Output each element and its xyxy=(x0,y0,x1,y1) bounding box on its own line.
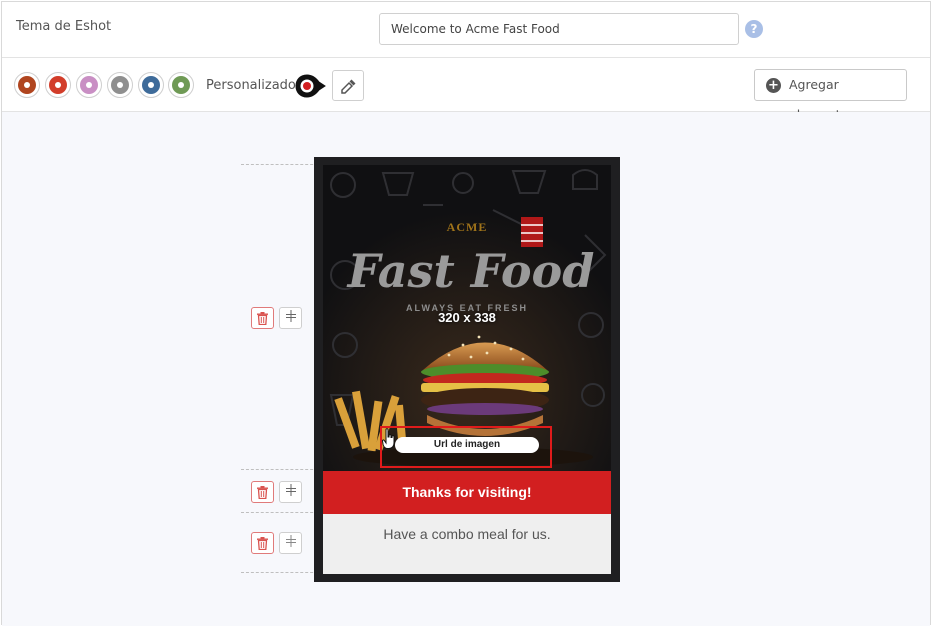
color-swatch-3[interactable] xyxy=(76,72,102,98)
move-block-handle[interactable] xyxy=(279,307,302,329)
block-controls-text xyxy=(251,532,305,554)
drag-handle-icon xyxy=(285,535,296,547)
swatch-dot xyxy=(18,76,36,94)
color-swatch-6[interactable] xyxy=(168,72,194,98)
email-preview: ACME Fast Food ALWAYS EAT FRESH 320 x 33… xyxy=(314,157,620,582)
hero-image-block[interactable]: ACME Fast Food ALWAYS EAT FRESH 320 x 33… xyxy=(323,165,611,471)
block-controls-image xyxy=(251,307,305,329)
eyedropper-icon xyxy=(341,79,356,94)
color-swatch-4[interactable] xyxy=(107,72,133,98)
image-url-highlight: Url de imagen xyxy=(380,426,552,468)
thanks-banner-block[interactable]: Thanks for visiting! xyxy=(323,471,611,514)
block-controls-banner xyxy=(251,481,305,503)
swatch-dot xyxy=(80,76,98,94)
eyedropper-button[interactable] xyxy=(332,70,364,101)
trash-icon xyxy=(257,537,268,550)
block-guide xyxy=(241,469,323,470)
drag-handle-icon xyxy=(285,310,296,322)
theme-row: Tema de Eshot ? xyxy=(2,2,930,58)
svg-text:Fast Food: Fast Food xyxy=(346,244,595,298)
custom-color-label: Personalizado xyxy=(206,78,296,93)
add-elements-button[interactable]: + Agregar elementos xyxy=(754,69,907,122)
help-icon[interactable]: ? xyxy=(745,20,763,38)
move-block-handle[interactable] xyxy=(279,532,302,554)
custom-color-swatch[interactable] xyxy=(294,73,326,99)
image-url-button[interactable]: Url de imagen xyxy=(395,437,539,453)
color-swatch-5[interactable] xyxy=(138,72,164,98)
move-block-handle[interactable] xyxy=(279,481,302,503)
swatch-dot xyxy=(172,76,190,94)
color-toolbar: Personalizado + Agregar elementos xyxy=(2,58,930,122)
custom-color-icon xyxy=(295,74,326,98)
theme-label: Tema de Eshot xyxy=(16,19,112,34)
plus-icon: + xyxy=(766,78,781,93)
block-guide-top xyxy=(241,164,323,165)
swatch-dot xyxy=(49,76,67,94)
hand-cursor-icon xyxy=(382,428,395,449)
delete-block-button[interactable] xyxy=(251,307,274,329)
swatch-dot xyxy=(111,76,129,94)
color-swatch-2[interactable] xyxy=(45,72,71,98)
block-guide xyxy=(241,512,323,513)
editor-canvas: ACME Fast Food ALWAYS EAT FRESH 320 x 33… xyxy=(2,112,930,626)
swatch-dot xyxy=(142,76,160,94)
drag-handle-icon xyxy=(285,484,296,496)
trash-icon xyxy=(257,486,268,499)
block-guide-bottom xyxy=(241,572,323,573)
delete-block-button[interactable] xyxy=(251,532,274,554)
svg-text:ACME: ACME xyxy=(447,220,488,234)
body-text-block[interactable]: Have a combo meal for us. xyxy=(323,514,611,574)
image-dimensions-label: 320 x 338 xyxy=(438,310,496,325)
color-swatch-1[interactable] xyxy=(14,72,40,98)
theme-name-input[interactable] xyxy=(379,13,739,45)
trash-icon xyxy=(257,312,268,325)
delete-block-button[interactable] xyxy=(251,481,274,503)
editor-frame: Tema de Eshot ? Personalizado + Agre xyxy=(1,1,931,626)
